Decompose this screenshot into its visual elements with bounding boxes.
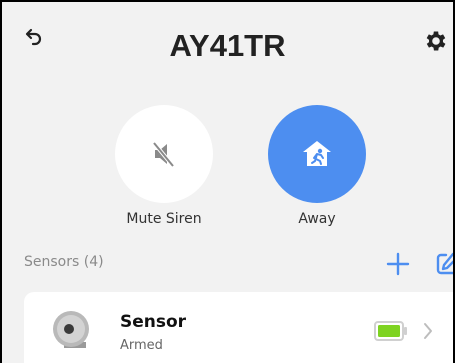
sensors-count: (4) [83, 254, 104, 270]
sensor-list-item[interactable]: Sensor Armed [24, 292, 453, 363]
mute-siren-circle[interactable] [115, 105, 213, 203]
speaker-muted-icon [152, 141, 175, 168]
away-circle[interactable] [268, 105, 366, 203]
settings-button[interactable] [423, 28, 449, 54]
away-button[interactable]: Away [262, 105, 372, 227]
gear-icon [426, 31, 446, 51]
sensor-status: Armed [120, 338, 163, 353]
edit-sensors-button[interactable] [434, 251, 453, 277]
battery-icon [374, 320, 410, 342]
header: AY41TR [2, 2, 453, 92]
away-label: Away [298, 211, 336, 227]
sensors-title: Sensors [24, 254, 80, 270]
app-screen: AY41TR Mute Siren Away Sensors (4) Senso… [0, 0, 455, 363]
pencil-icon [436, 252, 453, 275]
plus-icon [386, 252, 410, 276]
mute-siren-button[interactable]: Mute Siren [109, 105, 219, 227]
page-title: AY41TR [169, 28, 286, 63]
sensor-name: Sensor [120, 312, 187, 332]
sensors-heading: Sensors (4) [24, 254, 104, 270]
camera-sensor-icon [50, 308, 96, 354]
add-sensor-button[interactable] [385, 251, 411, 277]
chevron-right-icon [422, 322, 434, 340]
mute-siren-label: Mute Siren [126, 211, 202, 227]
house-running-person-icon [303, 141, 331, 166]
